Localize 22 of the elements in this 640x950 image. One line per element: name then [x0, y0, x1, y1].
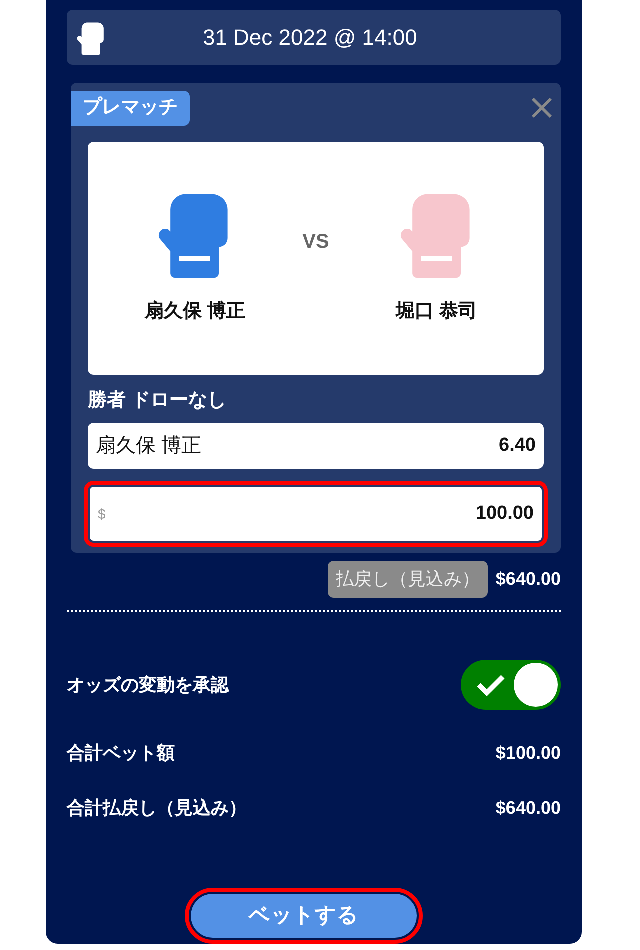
accept-odds-label: オッズの変動を承認 — [67, 674, 229, 696]
currency-symbol: $ — [98, 504, 106, 524]
check-icon — [476, 673, 506, 697]
total-value: $640.00 — [496, 797, 561, 820]
total-label: 合計払戻し（見込み） — [67, 797, 247, 820]
accept-odds-toggle[interactable] — [461, 660, 561, 710]
odds-value: 6.40 — [499, 434, 536, 458]
prematch-badge: プレマッチ — [71, 91, 190, 126]
market-name: 勝者 ドローなし — [88, 388, 228, 412]
versus-label: VS — [302, 230, 330, 255]
event-datetime: 31 Dec 2022 @ 14:00 — [202, 24, 418, 52]
payout-label: 払戻し（見込み） — [328, 561, 488, 598]
payout-value: $640.00 — [496, 568, 561, 591]
stake-value: 100.00 — [476, 502, 534, 526]
toggle-knob — [514, 663, 558, 707]
stake-field[interactable]: $ 100.00 — [90, 487, 542, 541]
fighter-name: 堀口 恭司 — [396, 300, 478, 324]
fighter-name: 扇久保 博正 — [145, 300, 246, 324]
selection-name: 扇久保 博正 — [96, 434, 202, 459]
total-label: 合計ベット額 — [67, 742, 175, 765]
close-icon[interactable] — [531, 97, 553, 120]
total-value: $100.00 — [496, 742, 561, 765]
